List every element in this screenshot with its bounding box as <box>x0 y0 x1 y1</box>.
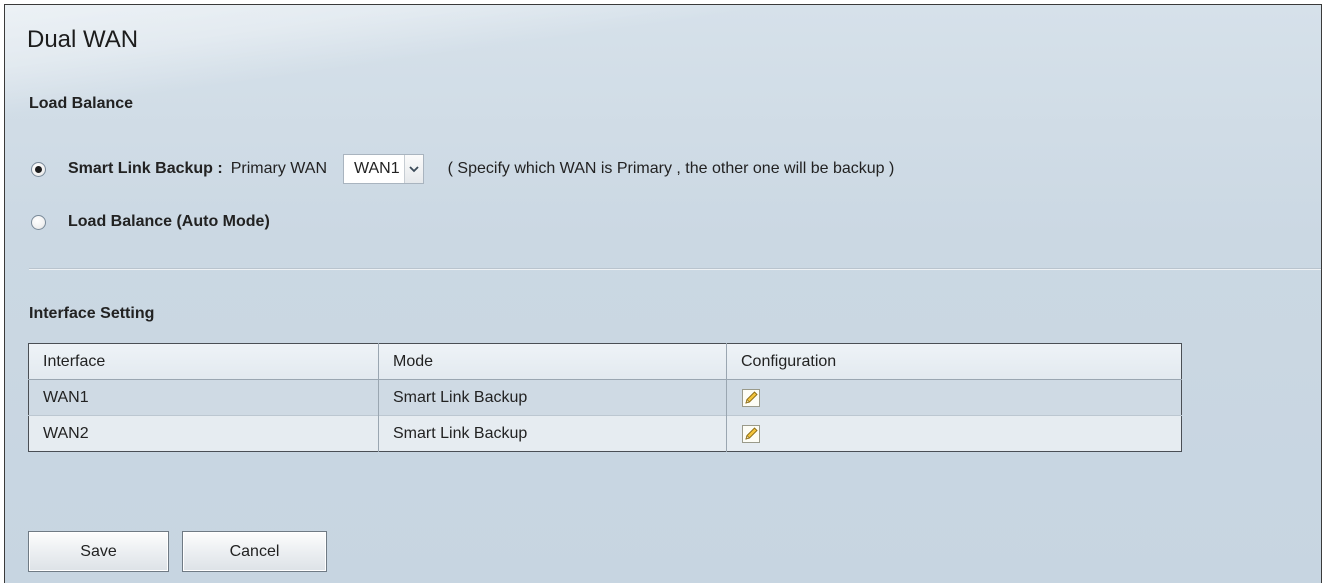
load-balance-auto-radio[interactable] <box>31 214 46 230</box>
interface-table: Interface Mode Configuration WAN1 Smart … <box>28 343 1182 452</box>
primary-wan-hint: ( Specify which WAN is Primary , the oth… <box>447 160 895 177</box>
load-balance-section-title: Load Balance <box>29 95 134 112</box>
page-title: Dual WAN <box>27 26 139 53</box>
interface-setting-section-title: Interface Setting <box>29 305 155 322</box>
dual-wan-panel: Dual WAN Load Balance Smart Link Backup … <box>4 4 1322 583</box>
table-row: WAN1 Smart Link Backup <box>28 379 1182 416</box>
load-balance-auto-label: Load Balance (Auto Mode) <box>68 213 270 230</box>
table-header-row: Interface Mode Configuration <box>28 343 1182 380</box>
cancel-button[interactable]: Cancel <box>182 531 327 572</box>
primary-wan-label: Primary WAN <box>230 160 327 177</box>
column-header-mode: Mode <box>378 343 727 380</box>
section-divider <box>29 268 1321 270</box>
primary-wan-select-value: WAN1 <box>354 160 400 177</box>
column-header-interface: Interface <box>28 343 379 380</box>
chevron-down-icon <box>403 155 423 183</box>
column-header-configuration: Configuration <box>726 343 1182 380</box>
mode-cell: Smart Link Backup <box>378 379 727 416</box>
primary-wan-select[interactable]: WAN1 <box>343 154 424 184</box>
configuration-cell <box>726 379 1182 416</box>
smart-link-backup-label: Smart Link Backup : <box>68 160 223 177</box>
load-balance-auto-row: Load Balance (Auto Mode) <box>31 213 278 231</box>
save-button[interactable]: Save <box>28 531 169 572</box>
edit-pencil-icon[interactable] <box>741 424 761 444</box>
interface-cell: WAN1 <box>28 379 379 416</box>
smart-link-backup-row: Smart Link Backup : Primary WAN WAN1 ( S… <box>31 154 894 184</box>
edit-pencil-icon[interactable] <box>741 388 761 408</box>
mode-cell: Smart Link Backup <box>378 415 727 452</box>
smart-link-backup-radio[interactable] <box>31 161 46 177</box>
configuration-cell <box>726 415 1182 452</box>
table-row: WAN2 Smart Link Backup <box>28 415 1182 452</box>
interface-cell: WAN2 <box>28 415 379 452</box>
